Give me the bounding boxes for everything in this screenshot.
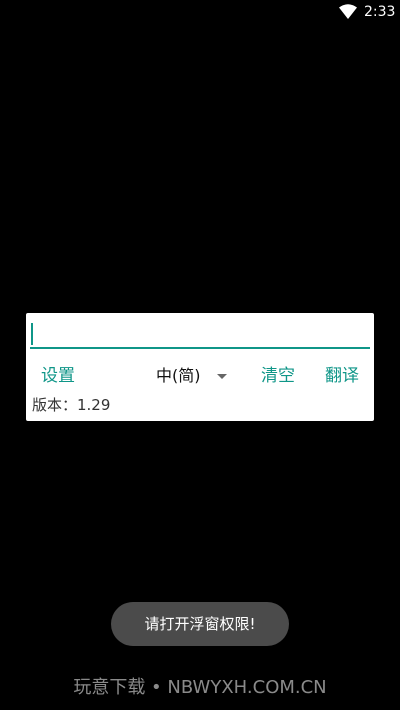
settings-button[interactable]: 设置 [41, 364, 75, 388]
language-select-value: 中(简) [156, 366, 201, 385]
chevron-down-icon [217, 374, 227, 379]
screen: 2:33 设置 中(简) 清空 翻译 版本：1.29 请打开浮窗权限! 玩意下载… [0, 0, 400, 710]
toast-message: 请打开浮窗权限! [111, 602, 289, 646]
clear-button[interactable]: 清空 [261, 364, 295, 388]
version-label: 版本：1.29 [32, 396, 111, 414]
status-time: 2:33 [364, 4, 396, 20]
status-bar: 2:33 [0, 0, 400, 24]
watermark: 玩意下载 • NBWYXH.COM.CN [73, 677, 327, 698]
translate-button[interactable]: 翻译 [325, 364, 359, 388]
text-input[interactable] [30, 319, 370, 349]
floating-translate-panel: 设置 中(简) 清空 翻译 版本：1.29 [26, 313, 374, 421]
wifi-icon [339, 4, 357, 19]
language-select[interactable]: 中(简) [156, 364, 234, 388]
text-cursor [31, 323, 33, 345]
